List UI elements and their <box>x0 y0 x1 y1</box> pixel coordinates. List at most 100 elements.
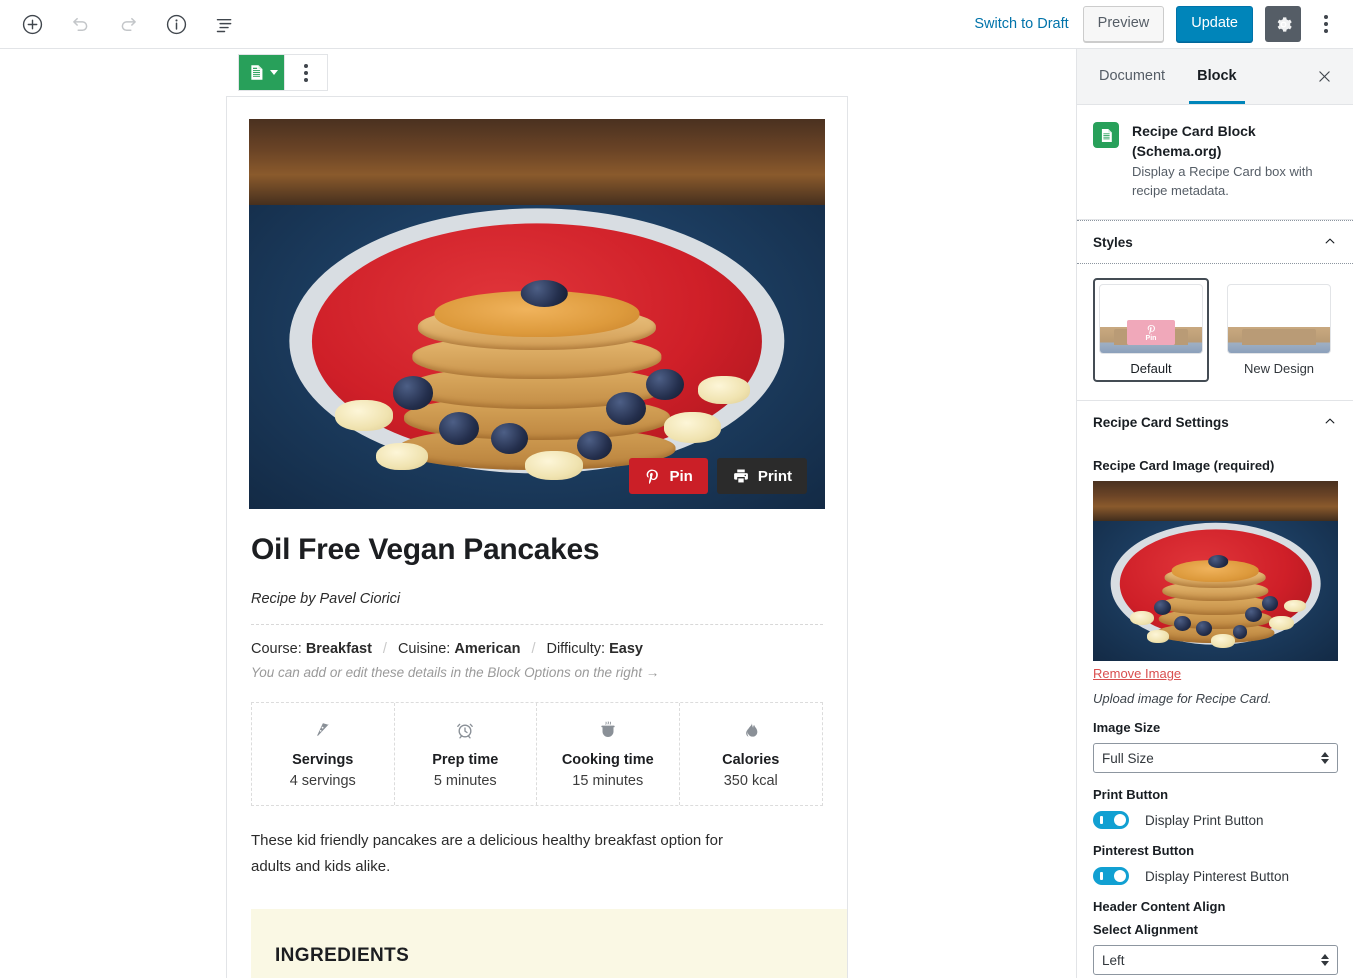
ingredients-section: INGREDIENTS 1 1/2 cups Dairy Free Milk <box>251 908 847 978</box>
meta-difficulty[interactable]: Difficulty: Easy <box>546 641 642 657</box>
recipe-details-grid: Servings 4 servings Prep time 5 minutes <box>251 702 823 806</box>
meta-course-label: Course: <box>251 641 302 657</box>
list-view-icon[interactable] <box>206 6 242 42</box>
alignment-select[interactable]: Left <box>1093 945 1338 976</box>
settings-sidebar: Document Block Recipe Card Block (Schema… <box>1076 49 1353 978</box>
detail-value: 4 servings <box>289 773 356 789</box>
ingredients-title[interactable]: INGREDIENTS <box>275 945 817 967</box>
alarm-clock-icon <box>399 719 533 741</box>
meta-course[interactable]: Course: Breakfast <box>251 641 372 657</box>
pinterest-button-label: Pinterest Button <box>1093 843 1195 859</box>
recipe-settings-body: Recipe Card Image (required) Remove Imag… <box>1077 458 1353 978</box>
recipe-author[interactable]: Recipe by Pavel Ciorici <box>251 591 823 607</box>
detail-value: 350 kcal <box>723 773 778 789</box>
editor-top-bar: Switch to Draft Preview Update <box>0 0 1353 49</box>
detail-label: Prep time <box>432 752 499 768</box>
top-bar-left-tools <box>10 6 242 42</box>
kebab-menu-icon[interactable] <box>1313 6 1339 42</box>
pinterest-badge-label: Pin <box>1145 334 1157 342</box>
style-option-default[interactable]: Pin Default <box>1093 278 1209 383</box>
style-label: Default <box>1130 361 1172 377</box>
recipe-card-body: Oil Free Vegan Pancakes Recipe by Pavel … <box>227 509 847 978</box>
detail-servings[interactable]: Servings 4 servings <box>252 703 395 805</box>
style-preview: Pin <box>1099 284 1203 355</box>
styles-panel-title: Styles <box>1093 234 1133 250</box>
recipe-image-thumbnail[interactable] <box>1093 481 1338 662</box>
undo-icon[interactable] <box>62 6 98 42</box>
print-button-toggle[interactable] <box>1093 811 1129 830</box>
chevron-up-icon <box>1323 414 1337 431</box>
select-alignment-label: Select Alignment <box>1093 922 1198 938</box>
print-button-label: Print <box>757 467 792 485</box>
select-arrows-icon <box>1321 752 1329 765</box>
printer-icon <box>733 469 748 483</box>
style-options: Pin Default New Design <box>1077 264 1353 400</box>
print-button-label: Print Button <box>1093 787 1169 803</box>
alignment-value: Left <box>1102 952 1125 968</box>
recipe-description[interactable]: These kid friendly pancakes are a delici… <box>251 828 761 881</box>
image-size-label: Image Size <box>1093 720 1161 736</box>
detail-prep-time[interactable]: Prep time 5 minutes <box>395 703 537 805</box>
detail-value: 15 minutes <box>572 773 644 789</box>
pin-button-label: Pin <box>669 467 693 485</box>
preview-button[interactable]: Preview <box>1082 6 1165 42</box>
recipe-card-icon[interactable] <box>239 55 284 90</box>
sidebar-tabs: Document Block <box>1077 49 1353 105</box>
redo-icon[interactable] <box>110 6 146 42</box>
switch-to-draft-link[interactable]: Switch to Draft <box>972 12 1070 36</box>
recipe-settings-panel-header[interactable]: Recipe Card Settings <box>1077 400 1353 445</box>
style-label: New Design <box>1243 361 1315 377</box>
gear-icon[interactable] <box>1265 6 1301 42</box>
remove-image-link[interactable]: Remove Image <box>1093 666 1181 681</box>
close-icon[interactable] <box>1309 62 1339 92</box>
recipe-card-icon <box>1093 122 1119 148</box>
detail-cooking-time[interactable]: Cooking time 15 minutes <box>537 703 680 805</box>
pinterest-toggle-label: Display Pinterest Button <box>1145 868 1290 884</box>
top-bar-right-tools: Switch to Draft Preview Update <box>972 6 1343 42</box>
recipe-action-buttons: Pin Print <box>629 458 807 494</box>
block-info-text: Recipe Card Block (Schema.org) Display a… <box>1132 122 1337 200</box>
recipe-meta-line: Course: Breakfast / Cuisine: American / … <box>251 641 823 657</box>
pizza-slice-icon <box>256 719 390 741</box>
detail-label: Calories <box>722 752 780 768</box>
recipe-settings-panel-title: Recipe Card Settings <box>1093 415 1229 431</box>
print-button[interactable]: Print <box>716 458 807 494</box>
pin-button[interactable]: Pin <box>629 458 708 494</box>
tab-document[interactable]: Document <box>1091 49 1173 104</box>
block-toolbar <box>238 54 328 91</box>
detail-label: Servings <box>292 752 354 768</box>
meta-separator: / <box>531 641 536 657</box>
editor-root: Switch to Draft Preview Update Pin Print… <box>0 0 1353 978</box>
divider <box>251 624 823 625</box>
header-align-label: Header Content Align <box>1093 899 1226 915</box>
pinterest-button-toggle-row: Display Pinterest Button <box>1093 867 1337 886</box>
meta-cuisine[interactable]: Cuisine: American <box>398 641 521 657</box>
info-icon[interactable] <box>158 6 194 42</box>
meta-course-value: Breakfast <box>305 641 372 657</box>
meta-difficulty-value: Easy <box>609 641 643 657</box>
cooking-pot-icon <box>541 719 675 741</box>
style-preview <box>1227 284 1331 355</box>
style-option-new-design[interactable]: New Design <box>1221 278 1337 382</box>
update-button[interactable]: Update <box>1176 6 1253 42</box>
tab-block[interactable]: Block <box>1189 49 1245 104</box>
chevron-down-icon <box>270 70 278 75</box>
detail-label: Cooking time <box>561 752 654 768</box>
block-options-kebab-icon[interactable] <box>285 55 327 90</box>
recipe-image-help: Upload image for Recipe Card. <box>1093 691 1272 707</box>
editor-body: Pin Print Oil Free Vegan Pancakes Recipe… <box>0 49 1353 978</box>
meta-cuisine-label: Cuisine: <box>397 641 451 657</box>
detail-value: 5 minutes <box>433 773 497 789</box>
editor-canvas: Pin Print Oil Free Vegan Pancakes Recipe… <box>0 49 1076 978</box>
pinterest-badge: Pin <box>1127 320 1175 346</box>
add-block-icon[interactable] <box>14 6 50 42</box>
detail-calories[interactable]: Calories 350 kcal <box>680 703 823 805</box>
block-info-card: Recipe Card Block (Schema.org) Display a… <box>1077 105 1353 221</box>
recipe-card-block[interactable]: Pin Print Oil Free Vegan Pancakes Recipe… <box>226 96 848 978</box>
recipe-title[interactable]: Oil Free Vegan Pancakes <box>251 533 823 567</box>
meta-cuisine-value: American <box>454 641 521 657</box>
pinterest-button-toggle[interactable] <box>1093 867 1129 886</box>
image-size-value: Full Size <box>1102 750 1154 766</box>
styles-panel-header[interactable]: Styles <box>1077 220 1353 265</box>
image-size-select[interactable]: Full Size <box>1093 743 1338 774</box>
